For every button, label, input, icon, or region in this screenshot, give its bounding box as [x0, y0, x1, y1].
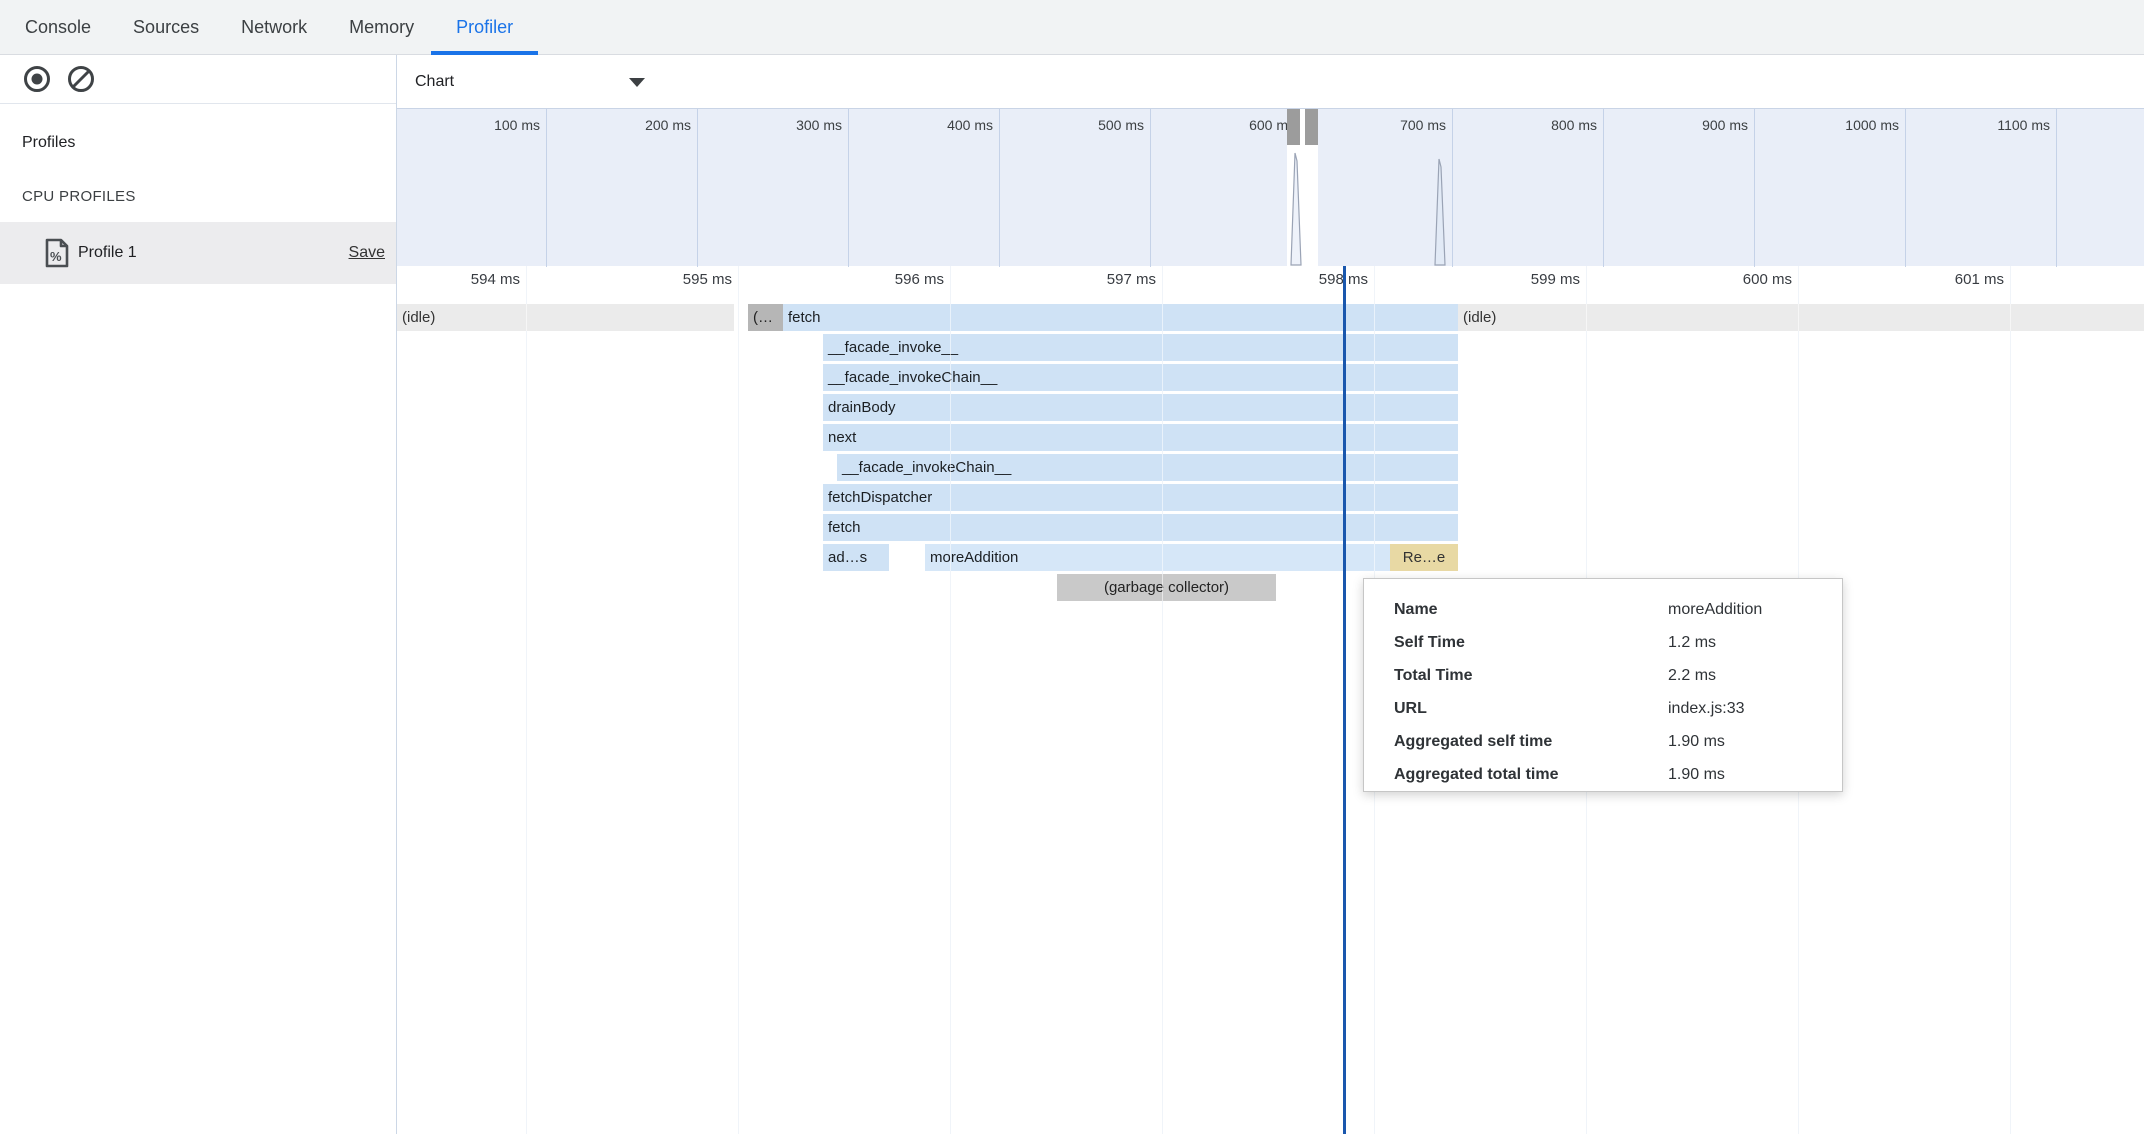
- clear-button[interactable]: [66, 64, 96, 94]
- frame-bar-drain-body[interactable]: drainBody: [823, 394, 1458, 421]
- tooltip-label: Aggregated total time: [1394, 766, 1668, 784]
- ruler-tick-label: 598 ms: [1248, 271, 1368, 288]
- ruler-tick-label: 597 ms: [1036, 271, 1156, 288]
- ruler-tick-label: 600 ms: [1672, 271, 1792, 288]
- tab-network[interactable]: Network: [241, 0, 307, 55]
- tooltip-value: 1.2 ms: [1668, 634, 1716, 652]
- tooltip-row: Self Time 1.2 ms: [1394, 626, 1842, 659]
- frame-bar-fetch-dispatcher[interactable]: fetchDispatcher: [823, 484, 1458, 511]
- tab-profiler[interactable]: Profiler: [456, 0, 513, 55]
- devtools-profiler-panel: Console Sources Network Memory Profiler …: [0, 0, 2144, 1134]
- cpu-profiles-section-label: CPU PROFILES: [22, 188, 136, 205]
- ruler-tick-label: 599 ms: [1460, 271, 1580, 288]
- frame-bar-idle-left[interactable]: (idle): [397, 304, 734, 331]
- cpu-activity-spikes: [397, 109, 2144, 267]
- tooltip-row: Aggregated self time 1.90 ms: [1394, 725, 1842, 758]
- view-mode-value: Chart: [415, 73, 454, 91]
- ms-gridline-overlay: [950, 266, 951, 1134]
- frame-bar-next[interactable]: next: [823, 424, 1458, 451]
- profiles-sidebar: Profiles CPU PROFILES % Profile 1 Save: [0, 104, 396, 1134]
- tooltip-row: Total Time 2.2 ms: [1394, 659, 1842, 692]
- ruler-tick-label: 601 ms: [1884, 271, 2004, 288]
- ms-gridline-overlay: [2010, 266, 2011, 1134]
- ruler-tick-label: 595 ms: [612, 271, 732, 288]
- tooltip-label: Name: [1394, 601, 1668, 619]
- profile-name: Profile 1: [78, 222, 137, 284]
- sidebar-heading: Profiles: [22, 134, 75, 152]
- frame-bar-facade-invoke[interactable]: __facade_invoke__: [823, 334, 1458, 361]
- frame-bar-fetch-top[interactable]: fetch: [783, 304, 1458, 331]
- record-button[interactable]: [22, 64, 52, 94]
- frame-bar-collapsed[interactable]: (…: [748, 304, 783, 331]
- chart-header-row: Chart: [397, 55, 2144, 108]
- profiler-toolbar: [0, 55, 396, 104]
- tooltip-row: Name moreAddition: [1394, 593, 1842, 626]
- tooltip-value: 2.2 ms: [1668, 667, 1716, 685]
- time-marker-line: [1343, 266, 1346, 1134]
- tooltip-label: URL: [1394, 700, 1668, 718]
- tooltip-label: Total Time: [1394, 667, 1668, 685]
- ms-gridline-overlay: [526, 266, 527, 1134]
- tooltip-label: Self Time: [1394, 634, 1668, 652]
- flame-chart-area: 594 ms 595 ms 596 ms 597 ms 598 ms 599 m…: [397, 266, 2144, 1134]
- view-mode-select[interactable]: Chart: [415, 55, 454, 108]
- tooltip-row: URL index.js:33: [1394, 692, 1842, 725]
- chevron-down-icon: [629, 78, 645, 87]
- tooltip-value: 1.90 ms: [1668, 733, 1725, 751]
- ruler-tick-label: 594 ms: [400, 271, 520, 288]
- tooltip-value: index.js:33: [1668, 700, 1745, 718]
- overview-timeline[interactable]: 100 ms 200 ms 300 ms 400 ms 500 ms 600 m…: [397, 108, 2144, 269]
- tab-memory[interactable]: Memory: [349, 0, 414, 55]
- frame-bar-idle-right[interactable]: (idle): [1458, 304, 2144, 331]
- ms-gridline-overlay: [738, 266, 739, 1134]
- frame-bar-garbage-collector[interactable]: (garbage collector): [1057, 574, 1276, 601]
- frame-bar-facade-invoke-chain[interactable]: __facade_invokeChain__: [823, 364, 1458, 391]
- frame-bar-additions[interactable]: ad…s: [823, 544, 889, 571]
- profile-document-icon: %: [44, 238, 70, 268]
- tooltip-value: moreAddition: [1668, 601, 1762, 619]
- svg-text:%: %: [50, 249, 62, 264]
- tooltip-value: 1.90 ms: [1668, 766, 1725, 784]
- frame-tooltip: Name moreAddition Self Time 1.2 ms Total…: [1363, 578, 1843, 792]
- record-icon: [22, 64, 52, 94]
- save-link[interactable]: Save: [349, 222, 385, 284]
- profile-list-item[interactable]: % Profile 1 Save: [0, 222, 396, 284]
- frame-bar-response[interactable]: Re…e: [1390, 544, 1458, 571]
- devtools-tab-bar: Console Sources Network Memory Profiler: [0, 0, 2144, 55]
- frame-bar-more-addition[interactable]: moreAddition: [925, 544, 1390, 571]
- ms-gridline-overlay: [1162, 266, 1163, 1134]
- frame-bar-facade-invoke-chain-2[interactable]: __facade_invokeChain__: [837, 454, 1458, 481]
- tooltip-row: Aggregated total time 1.90 ms: [1394, 758, 1842, 791]
- clear-icon: [66, 64, 96, 94]
- tab-sources[interactable]: Sources: [133, 0, 199, 55]
- ruler-tick-label: 596 ms: [824, 271, 944, 288]
- tab-console[interactable]: Console: [25, 0, 91, 55]
- frame-bar-fetch[interactable]: fetch: [823, 514, 1458, 541]
- tooltip-label: Aggregated self time: [1394, 733, 1668, 751]
